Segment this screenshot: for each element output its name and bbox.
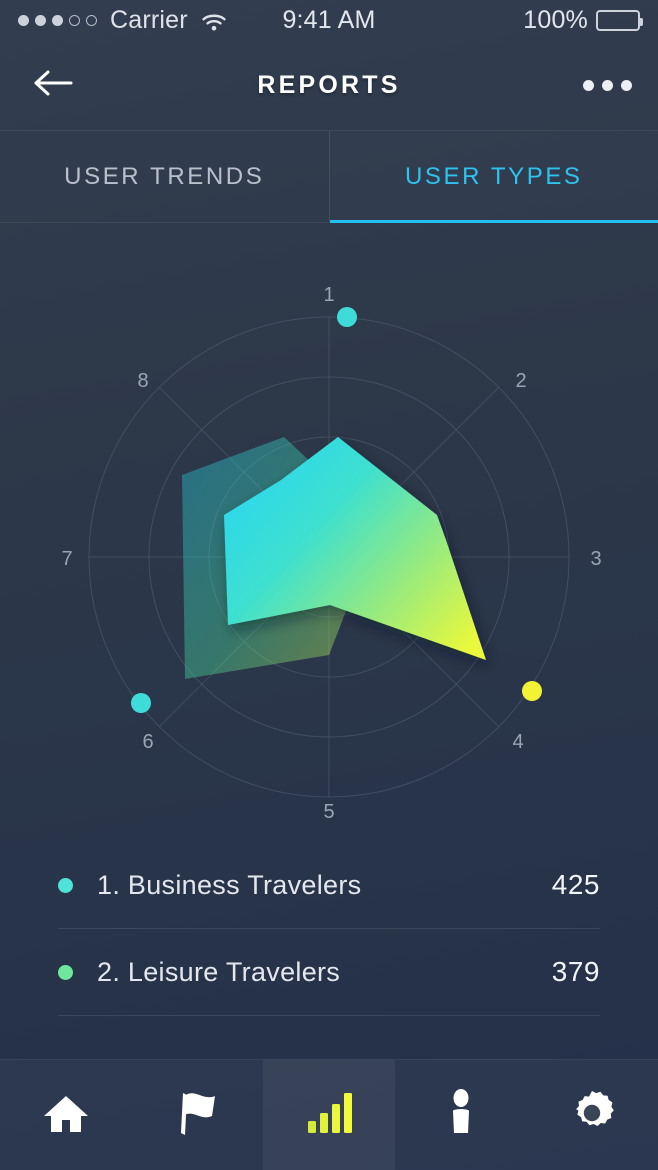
more-horizontal-icon — [583, 79, 594, 91]
tab-user-trends-label: USER TRENDS — [64, 162, 265, 190]
more-horizontal-icon — [602, 79, 613, 91]
home-icon — [42, 1090, 90, 1141]
tab-user-trends[interactable]: USER TRENDS — [0, 131, 330, 222]
more-horizontal-icon — [621, 79, 632, 91]
battery-full-icon — [596, 9, 643, 31]
carrier-label: Carrier — [110, 5, 188, 34]
radar-axis-label-5: 5 — [323, 801, 334, 823]
nav-item-reports[interactable] — [263, 1060, 395, 1170]
radar-axis-label-1: 1 — [323, 284, 334, 306]
legend-value: 379 — [551, 956, 600, 987]
bottom-navigation — [0, 1059, 658, 1170]
status-bar: Carrier 9:41 AM 100% — [0, 0, 658, 40]
radar-axis-label-3: 3 — [590, 548, 601, 570]
nav-item-flag[interactable] — [132, 1060, 264, 1170]
battery-percent-label: 100% — [523, 5, 588, 34]
legend-color-dot — [58, 877, 73, 893]
radar-chart: 1 2 3 4 5 6 7 8 — [0, 222, 658, 842]
wifi-icon — [201, 10, 227, 31]
nav-item-home[interactable] — [0, 1060, 132, 1170]
back-button[interactable] — [26, 58, 80, 112]
radar-axis-label-8: 8 — [137, 370, 148, 392]
flag-icon — [173, 1089, 221, 1142]
radar-axis-label-7: 7 — [61, 548, 72, 570]
gear-icon — [568, 1089, 616, 1142]
app-screen: Carrier 9:41 AM 100% REPORTS USER TRENDS… — [0, 0, 658, 1170]
nav-item-settings[interactable] — [526, 1060, 658, 1170]
signal-strength-icon — [18, 14, 97, 26]
marker-axis-4[interactable] — [522, 681, 542, 701]
radar-axis-label-2: 2 — [515, 370, 526, 392]
nav-item-profile[interactable] — [395, 1060, 527, 1170]
legend-color-dot — [58, 964, 73, 980]
marker-axis-6[interactable] — [131, 693, 151, 713]
legend-label: 2. Leisure Travelers — [97, 956, 341, 987]
legend-row[interactable]: 1. Business Travelers 425 — [58, 842, 600, 929]
legend-row[interactable]: 2. Leisure Travelers 379 — [58, 929, 600, 1016]
bar-chart-icon — [306, 1091, 352, 1140]
app-header: REPORTS — [0, 40, 658, 131]
legend-list: 1. Business Travelers 425 2. Leisure Tra… — [0, 842, 658, 1016]
page-title: REPORTS — [257, 70, 401, 99]
legend-label: 1. Business Travelers — [97, 869, 362, 900]
legend-value: 425 — [551, 869, 600, 900]
arrow-left-icon — [32, 68, 74, 103]
tab-user-types[interactable]: USER TYPES — [329, 131, 658, 223]
status-bar-right: 100% — [523, 5, 643, 35]
more-options-button[interactable] — [583, 79, 632, 91]
status-bar-left: Carrier — [18, 6, 227, 35]
tab-user-types-label: USER TYPES — [404, 162, 583, 190]
marker-axis-1[interactable] — [337, 307, 357, 327]
person-icon — [446, 1088, 476, 1142]
radar-axis-label-6: 6 — [142, 731, 153, 753]
radar-chart-svg: 1 2 3 4 5 6 7 8 — [61, 284, 601, 823]
radar-axis-label-4: 4 — [512, 731, 523, 753]
tab-bar: USER TRENDS USER TYPES — [0, 131, 658, 223]
